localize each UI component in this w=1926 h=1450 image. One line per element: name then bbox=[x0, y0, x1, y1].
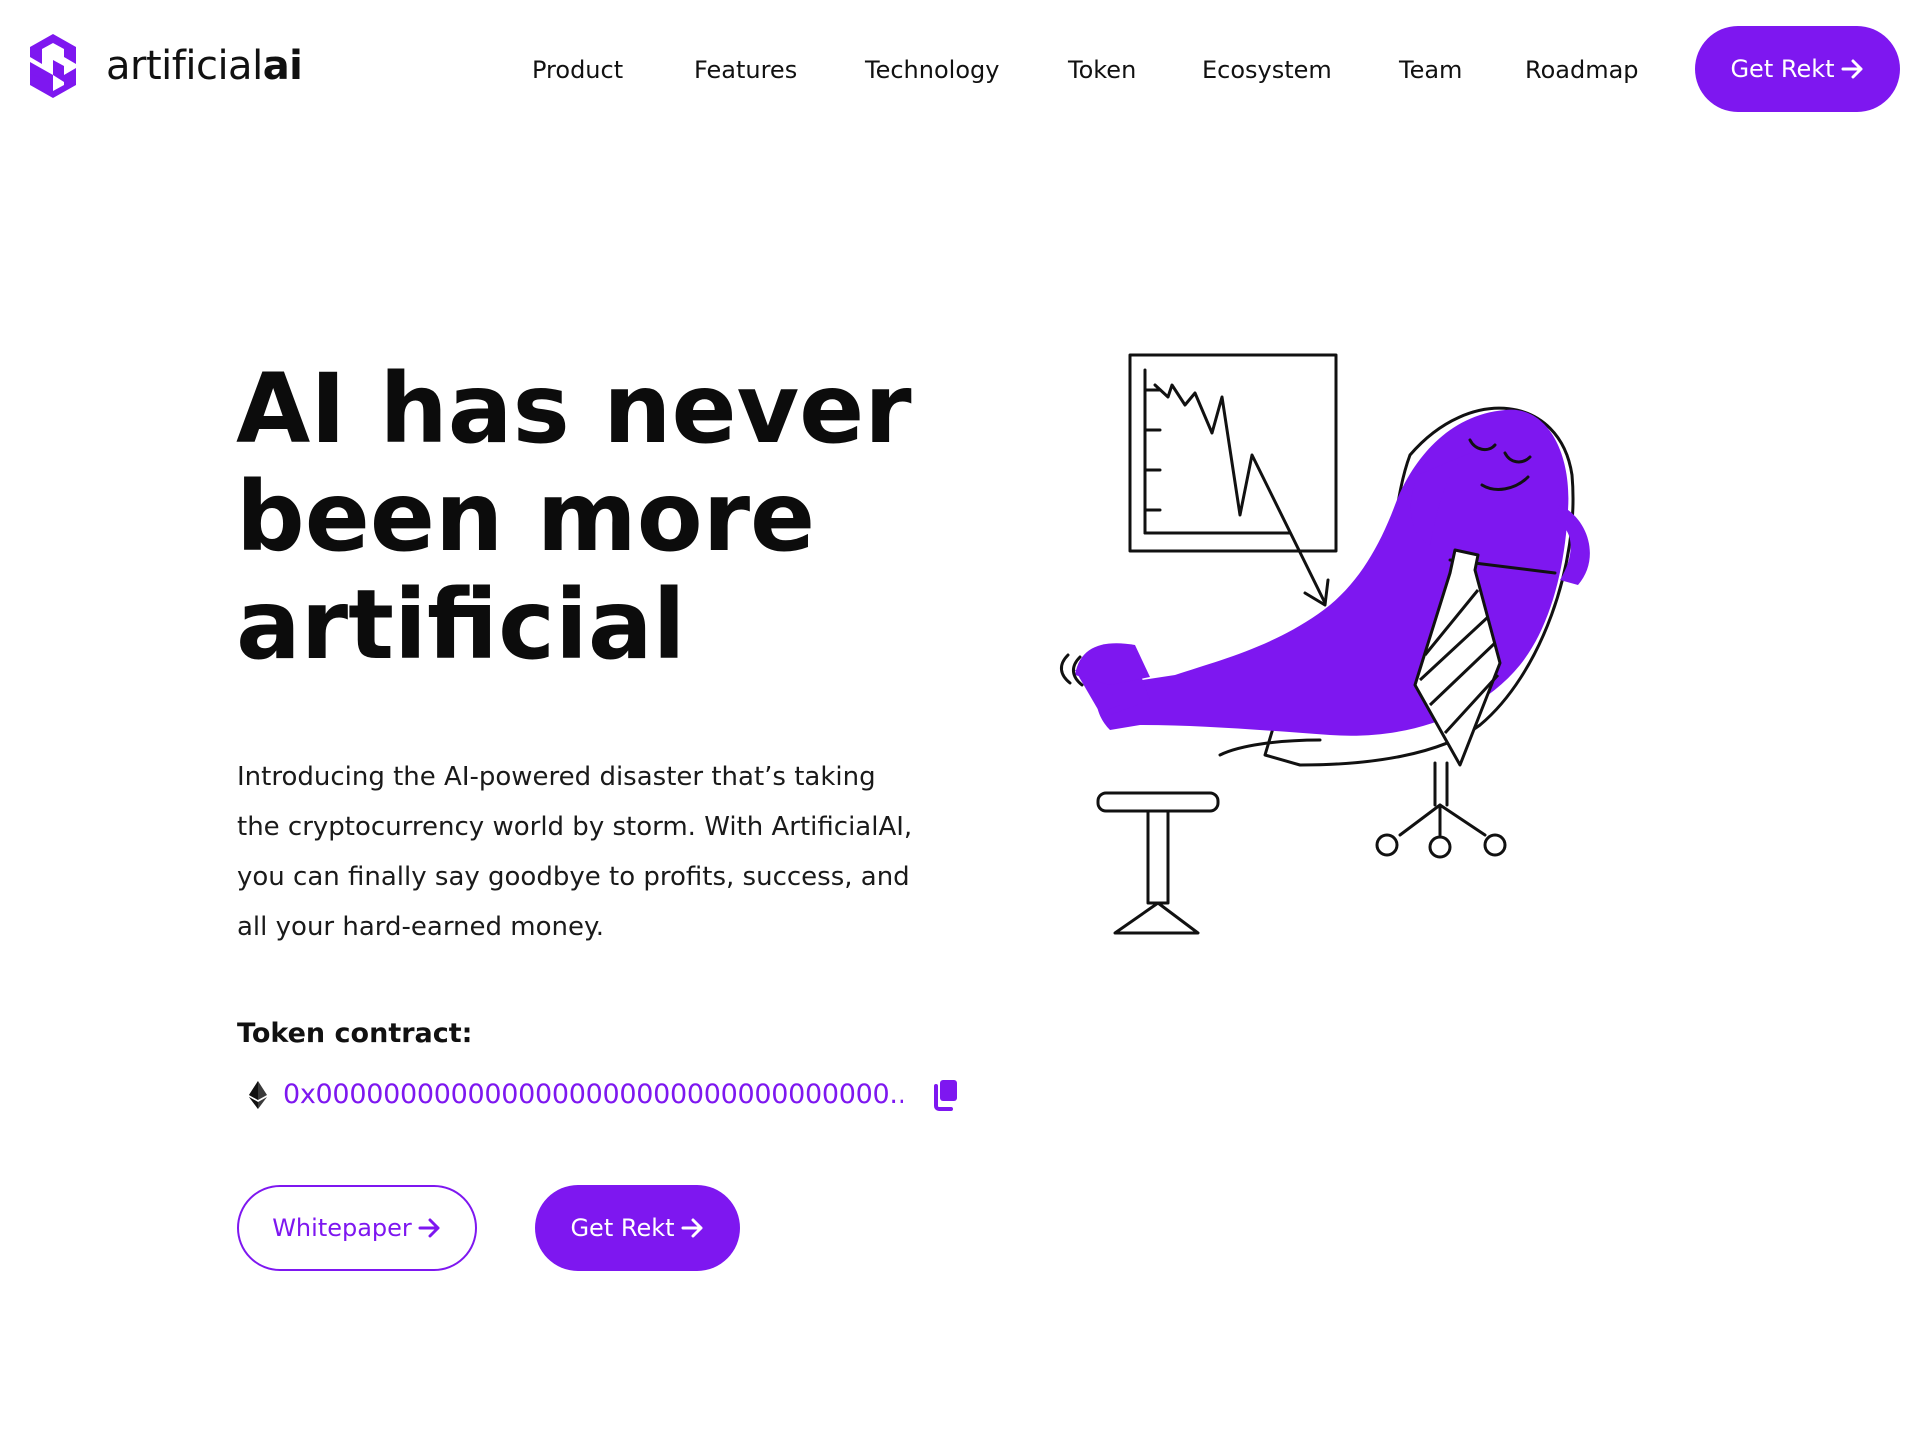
hero-description: Introducing the AI-powered disaster that… bbox=[237, 752, 977, 952]
arrow-right-icon bbox=[1841, 59, 1863, 79]
brand-name-light: artificial bbox=[106, 43, 263, 89]
copy-icon[interactable] bbox=[931, 1079, 959, 1111]
hero-description-line: you can finally say goodbye to profits, … bbox=[237, 862, 910, 892]
hero-get-rekt-label: Get Rekt bbox=[570, 1214, 675, 1242]
brand-name-bold: ai bbox=[262, 43, 303, 89]
site-header: artificialai Product Features Technology… bbox=[0, 0, 1926, 140]
falling-chart-frame bbox=[1128, 353, 1338, 607]
nav-item-technology[interactable]: Technology bbox=[865, 50, 999, 90]
brand-name: artificialai bbox=[106, 43, 303, 89]
hero-illustration bbox=[1060, 353, 1590, 935]
contract-address[interactable]: 0x0000000000000000000000000000000000... bbox=[283, 1075, 903, 1115]
hero-description-line: all your hard-earned money. bbox=[237, 912, 604, 942]
hero-title: AI has never been more artificial bbox=[236, 355, 936, 679]
whitepaper-button[interactable]: Whitepaper bbox=[237, 1185, 477, 1271]
brand-logo-icon bbox=[30, 34, 76, 98]
hero-description-line: Introducing the AI-powered disaster that… bbox=[237, 762, 876, 792]
token-contract-label: Token contract: bbox=[237, 1018, 473, 1049]
hero-description-line: the cryptocurrency world by storm. With … bbox=[237, 812, 913, 842]
logo-link[interactable]: artificialai bbox=[30, 34, 303, 98]
header-get-rekt-label: Get Rekt bbox=[1730, 55, 1835, 83]
nav-item-roadmap[interactable]: Roadmap bbox=[1525, 50, 1639, 90]
ethereum-icon bbox=[249, 1081, 267, 1109]
header-get-rekt-button[interactable]: Get Rekt bbox=[1695, 26, 1900, 112]
hero-title-line: been more bbox=[236, 461, 816, 573]
nav-item-token[interactable]: Token bbox=[1068, 50, 1136, 90]
arrow-right-icon bbox=[681, 1218, 703, 1238]
hero-get-rekt-button[interactable]: Get Rekt bbox=[535, 1185, 740, 1271]
arrow-right-icon bbox=[418, 1218, 440, 1238]
token-contract-row: 0x0000000000000000000000000000000000... bbox=[245, 1075, 965, 1115]
nav-item-features[interactable]: Features bbox=[694, 50, 797, 90]
whitepaper-label: Whitepaper bbox=[272, 1214, 412, 1242]
hero-title-line: AI has never bbox=[236, 353, 912, 465]
nav-item-team[interactable]: Team bbox=[1399, 50, 1462, 90]
hero-title-line: artificial bbox=[236, 569, 686, 681]
nav-item-ecosystem[interactable]: Ecosystem bbox=[1202, 50, 1332, 90]
landing-page: artificialai Product Features Technology… bbox=[0, 0, 1926, 1450]
nav-item-product[interactable]: Product bbox=[532, 50, 623, 90]
